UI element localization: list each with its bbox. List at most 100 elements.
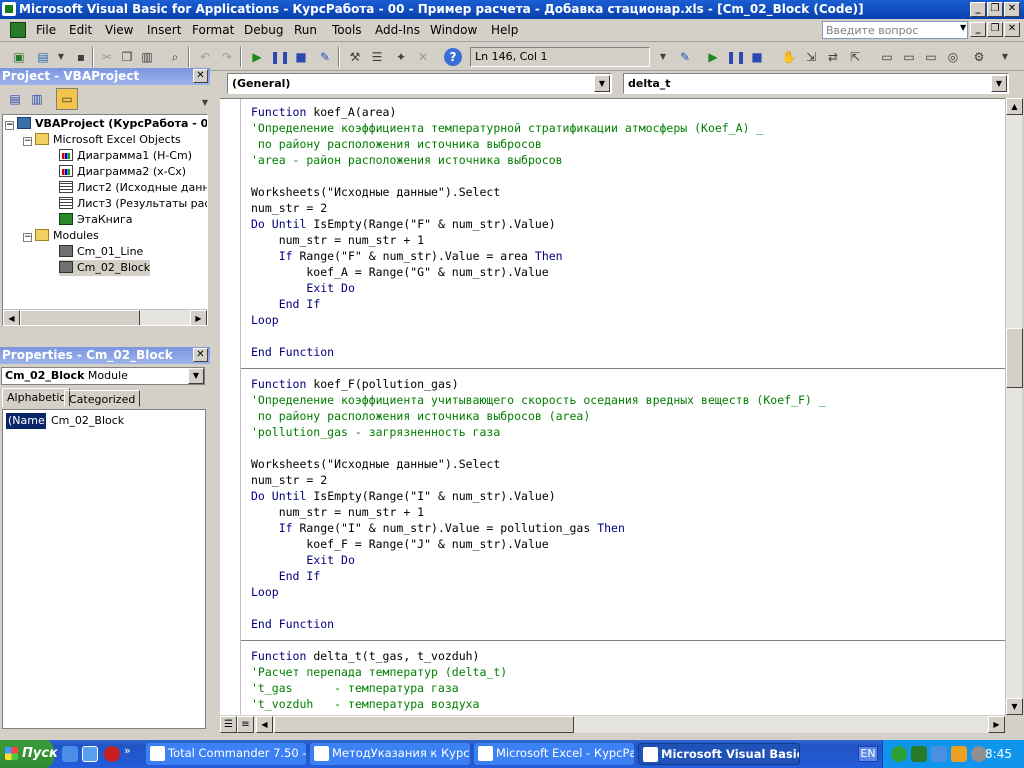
code-line[interactable]: num_str = num_str + 1 [251,504,424,520]
document-icon[interactable] [10,22,26,38]
menu-view[interactable]: View [105,23,133,37]
show-desktop-icon[interactable] [62,746,78,762]
copy-icon[interactable]: ❐ [118,48,136,66]
code-line[interactable]: 'Определение коэффициента учитывающего с… [251,392,826,408]
code-line[interactable]: If Range("F" & num_str).Value = area The… [251,248,563,264]
toggle-breakpoint-icon[interactable]: ✋ [780,48,798,66]
scroll-up-icon[interactable]: ▲ [1006,98,1023,115]
locals-window-icon[interactable]: ▭ [878,48,896,66]
collapse-icon[interactable]: − [23,233,32,242]
menu-insert[interactable]: Insert [147,23,181,37]
view-object-icon[interactable]: ▥ [28,90,46,108]
toolbar-options-icon-2[interactable]: ▼ [996,48,1014,66]
close-button[interactable]: ✕ [1004,2,1020,17]
code-line[interactable]: Worksheets("Исходные данные").Select [251,456,500,472]
properties-panel-close-button[interactable]: ✕ [193,348,208,362]
code-line[interactable]: Exit Do [251,280,355,296]
design-mode-icon-2[interactable]: ✎ [676,48,694,66]
code-line[interactable]: End If [251,568,321,584]
tree-item-excel-objects[interactable]: − Microsoft Excel Objects [23,132,181,148]
code-line[interactable]: Do Until IsEmpty(Range("I" & num_str).Va… [251,488,556,504]
toolbox-icon[interactable]: ✕ [414,48,432,66]
undo-icon[interactable]: ↶ [196,48,214,66]
scroll-thumb[interactable] [20,310,140,325]
code-line[interactable]: num_str = 2 [251,472,327,488]
ask-question-box[interactable]: Введите вопрос [822,21,968,39]
scroll-left-icon[interactable]: ◀ [3,310,20,325]
quick-watch-icon[interactable]: ◎ [944,48,962,66]
full-module-view-icon[interactable]: ≡ [237,716,254,733]
tray-folder-icon[interactable] [951,746,967,762]
tree-item-workbook[interactable]: ЭтаКнига [59,212,133,228]
code-line[interactable]: Function delta_t(t_gas, t_vozduh) [251,648,479,664]
toolbar-options-icon[interactable]: ▼ [654,48,672,66]
task-word-document[interactable]: МетодУказания к Курс... [310,743,470,765]
toggle-folders-icon[interactable]: ▭ [56,88,78,110]
start-button[interactable]: Пуск [0,740,58,768]
tray-app-icon[interactable] [891,746,907,762]
menu-tools[interactable]: Tools [332,23,362,37]
property-value[interactable]: Cm_02_Block [49,413,126,429]
task-excel[interactable]: Microsoft Excel - КурсРа... [474,743,634,765]
chevron-down-icon[interactable]: ▼ [594,75,610,92]
tree-item-module-line[interactable]: Cm_01_Line [59,244,143,260]
tree-item-sheet2[interactable]: Лист2 (Исходные данные [59,180,207,196]
margin-indicator-bar[interactable] [220,99,241,715]
code-line[interactable]: 't_vozduh - температура воздуха [251,696,479,712]
code-horizontal-scrollbar[interactable]: ☰ ≡ ◀ ▶ [220,716,1005,733]
scroll-right-icon[interactable]: ▶ [988,716,1005,733]
menu-edit[interactable]: Edit [69,23,92,37]
object-selector[interactable]: Cm_02_Block Module ▼ [1,367,205,385]
code-line[interactable]: End Function [251,616,334,632]
help-icon[interactable]: ? [444,48,462,66]
code-line[interactable]: 't_gas - температура газа [251,680,459,696]
scroll-down-icon[interactable]: ▼ [1006,698,1023,715]
code-line[interactable]: num_str = num_str + 1 [251,232,424,248]
code-line[interactable]: 'Определение коэффициента температурной … [251,120,763,136]
tab-categorized[interactable]: Categorized [64,390,141,407]
reset-icon-2[interactable]: ■ [748,48,766,66]
step-over-icon[interactable]: ⇄ [824,48,842,66]
scroll-thumb[interactable] [1006,328,1023,388]
save-icon[interactable]: ▪ [72,48,90,66]
project-panel-close-button[interactable]: ✕ [193,69,208,83]
object-combo[interactable]: (General) ▼ [227,73,612,94]
code-line[interactable]: Exit Do [251,552,355,568]
cut-icon[interactable]: ✂ [98,48,116,66]
insert-userform-icon[interactable]: ▤ [34,48,52,66]
break-icon-2[interactable]: ❚❚ [726,48,746,66]
break-icon[interactable]: ❚❚ [270,48,290,66]
code-line[interactable]: по району расположения источника выбросо… [251,408,590,424]
task-vba-editor[interactable]: Microsoft Visual Basic... [638,743,800,765]
language-indicator[interactable]: EN [858,746,878,762]
scroll-thumb[interactable] [274,716,574,733]
child-minimize-button[interactable]: _ [970,22,986,37]
code-line[interactable]: koef_A = Range("G" & num_str).Value [251,264,548,280]
quicklaunch-expand-icon[interactable]: » [124,744,131,757]
collapse-icon[interactable]: − [5,121,14,130]
paste-icon[interactable]: ▥ [138,48,156,66]
code-line[interactable]: koef_F = Range("J" & num_str).Value [251,536,548,552]
code-line[interactable]: Worksheets("Исходные данные").Select [251,184,500,200]
code-line[interactable]: Function koef_F(pollution_gas) [251,376,459,392]
collapse-icon[interactable]: − [23,137,32,146]
tree-item-chart1[interactable]: Диаграмма1 (Н-Cm) [59,148,192,164]
step-out-icon[interactable]: ⇱ [846,48,864,66]
ask-dropdown-icon[interactable]: ▼ [960,23,966,32]
code-line[interactable]: Loop [251,584,279,600]
code-line[interactable]: Do Until IsEmpty(Range("F" & num_str).Va… [251,216,556,232]
project-toolbar-options-icon[interactable]: ▼ [196,94,214,112]
minimize-button[interactable]: _ [970,2,986,17]
procedure-combo[interactable]: delta_t ▼ [623,73,1009,94]
menu-window[interactable]: Window [430,23,477,37]
code-line[interactable]: 'pollution_gas - загрязненность газа [251,424,500,440]
tab-alphabetic[interactable]: Alphabetic [2,388,71,407]
tree-item-sheet3[interactable]: Лист3 (Результаты расче [59,196,207,212]
menu-debug[interactable]: Debug [244,23,283,37]
tree-item-modules[interactable]: − Modules [23,228,99,244]
object-browser-icon[interactable]: ✦ [392,48,410,66]
child-close-button[interactable]: ✕ [1004,22,1020,37]
chevron-down-icon[interactable]: ▼ [991,75,1007,92]
menu-format[interactable]: Format [192,23,234,37]
design-mode-icon[interactable]: ✎ [316,48,334,66]
